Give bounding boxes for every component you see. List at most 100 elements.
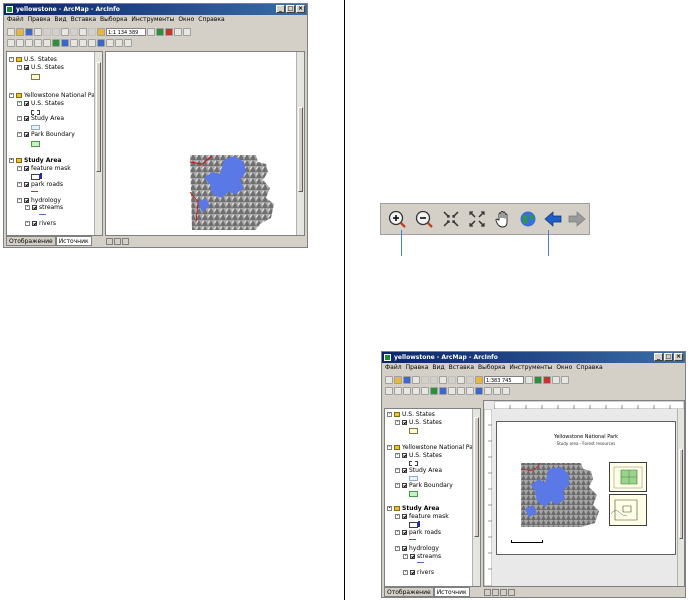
close-button[interactable]: × <box>674 353 683 361</box>
collapse-toggle[interactable]: - <box>403 570 408 575</box>
forward-icon[interactable] <box>567 209 587 229</box>
map-view[interactable] <box>105 51 305 236</box>
add-data-icon[interactable] <box>475 375 483 384</box>
layout-scrollbar[interactable] <box>677 409 684 586</box>
save-icon[interactable] <box>25 27 33 36</box>
arctoolbox-icon[interactable] <box>165 27 173 36</box>
collapse-toggle[interactable]: - <box>9 158 14 163</box>
layer-checkbox[interactable] <box>402 514 407 519</box>
tab-source[interactable]: Источник <box>433 587 470 597</box>
back-tool-icon[interactable] <box>61 38 69 47</box>
select-features-icon[interactable] <box>457 386 465 395</box>
scroll-thumb[interactable] <box>96 62 101 172</box>
layer-checkbox[interactable] <box>402 468 407 473</box>
scroll-thumb[interactable] <box>474 417 479 537</box>
toc-layer-feature-mask[interactable]: - feature mask <box>395 513 449 520</box>
menu-insert[interactable]: Вставка <box>449 363 474 373</box>
new-document-icon[interactable] <box>385 375 393 384</box>
collapse-toggle[interactable]: - <box>17 166 22 171</box>
minimize-button[interactable]: _ <box>276 5 285 13</box>
collapse-toggle[interactable]: - <box>25 205 30 210</box>
collapse-toggle[interactable]: - <box>25 221 30 226</box>
delete-icon[interactable] <box>448 375 456 384</box>
pause-drawing-button[interactable] <box>508 589 515 596</box>
fixed-zoom-out-tool-icon[interactable] <box>412 386 420 395</box>
toc-layer-study-area[interactable]: - Study Area <box>395 467 442 474</box>
menu-edit[interactable]: Правка <box>28 15 51 25</box>
menu-edit[interactable]: Правка <box>406 363 429 373</box>
layout-view-button[interactable] <box>492 589 499 596</box>
menu-file[interactable]: Файл <box>7 15 24 25</box>
maximize-button[interactable]: □ <box>664 353 673 361</box>
menu-help[interactable]: Справка <box>198 15 224 25</box>
layer-checkbox[interactable] <box>402 420 407 425</box>
identify-icon[interactable] <box>475 386 483 395</box>
toc-layer-rivers[interactable]: - rivers <box>403 569 434 576</box>
menu-view[interactable]: Вид <box>54 15 66 25</box>
layer-checkbox[interactable] <box>24 65 29 70</box>
pan-icon[interactable] <box>493 209 513 229</box>
scroll-thumb[interactable] <box>298 107 303 192</box>
layer-checkbox[interactable] <box>24 116 29 121</box>
menu-tools[interactable]: Инструменты <box>509 363 552 373</box>
identify-icon[interactable] <box>97 38 105 47</box>
maximize-button[interactable]: □ <box>286 5 295 13</box>
zoom-in-tool-icon[interactable] <box>7 38 15 47</box>
collapse-toggle[interactable]: - <box>9 93 14 98</box>
menu-insert[interactable]: Вставка <box>71 15 96 25</box>
toc-layer-feature-mask[interactable]: - feature mask <box>17 165 71 172</box>
command-line-icon[interactable] <box>552 375 560 384</box>
close-button[interactable]: × <box>296 5 305 13</box>
toc-layer-us-states-2[interactable]: - U.S. States <box>395 452 442 459</box>
layer-checkbox[interactable] <box>24 101 29 106</box>
minimize-button[interactable]: _ <box>654 353 663 361</box>
refresh-button[interactable] <box>500 589 507 596</box>
collapse-toggle[interactable]: - <box>395 530 400 535</box>
fixed-zoom-out-tool-icon[interactable] <box>34 38 42 47</box>
collapse-toggle[interactable]: - <box>395 453 400 458</box>
menu-file[interactable]: Файл <box>385 363 402 373</box>
menu-selection[interactable]: Выборка <box>478 363 505 373</box>
arccatalog-icon[interactable] <box>534 375 542 384</box>
measure-icon[interactable] <box>115 38 123 47</box>
layer-checkbox[interactable] <box>24 182 29 187</box>
cut-icon[interactable] <box>421 375 429 384</box>
save-icon[interactable] <box>403 375 411 384</box>
collapse-toggle[interactable]: - <box>387 412 392 417</box>
collapse-toggle[interactable]: - <box>395 483 400 488</box>
collapse-toggle[interactable]: - <box>395 546 400 551</box>
full-extent-tool-icon[interactable] <box>52 38 60 47</box>
zoom-in-tool-icon[interactable] <box>385 386 393 395</box>
zoom-in-icon[interactable] <box>387 209 407 229</box>
new-document-icon[interactable] <box>7 27 15 36</box>
toc-layer-streams[interactable]: - streams <box>403 553 441 560</box>
find-icon[interactable] <box>484 386 492 395</box>
data-view-button[interactable] <box>106 238 113 245</box>
menu-selection[interactable]: Выборка <box>100 15 127 25</box>
open-icon[interactable] <box>16 27 24 36</box>
paste-icon[interactable] <box>439 375 447 384</box>
collapse-toggle[interactable]: - <box>387 506 392 511</box>
toc-scrollbar[interactable] <box>94 52 102 235</box>
title-bar[interactable]: yellowstone - ArcMap - ArcInfo _ □ × <box>382 352 685 363</box>
zoom-out-tool-icon[interactable] <box>394 386 402 395</box>
copy-icon[interactable] <box>52 27 60 36</box>
layer-checkbox[interactable] <box>402 483 407 488</box>
pan-tool-icon[interactable] <box>421 386 429 395</box>
back-tool-icon[interactable] <box>439 386 447 395</box>
collapse-toggle[interactable]: - <box>395 514 400 519</box>
command-line-icon[interactable] <box>174 27 182 36</box>
toc-layer-park-roads[interactable]: - park roads <box>395 529 441 536</box>
full-extent-icon[interactable] <box>518 209 538 229</box>
undo-icon[interactable] <box>79 27 87 36</box>
toc-layer-study-area[interactable]: - Study Area <box>17 115 64 122</box>
collapse-toggle[interactable]: - <box>17 198 22 203</box>
toc-layer-streams[interactable]: - streams <box>25 204 63 211</box>
select-elements-icon[interactable] <box>88 38 96 47</box>
map-scale-input[interactable]: 1:383 745 <box>484 375 524 384</box>
toc-dataframe-study-area[interactable]: - Study Area <box>9 157 61 164</box>
toc-dataframe-us-states[interactable]: - U.S. States <box>9 56 57 63</box>
measure-icon[interactable] <box>493 386 501 395</box>
map-scrollbar[interactable] <box>296 52 304 235</box>
arccatalog-icon[interactable] <box>156 27 164 36</box>
